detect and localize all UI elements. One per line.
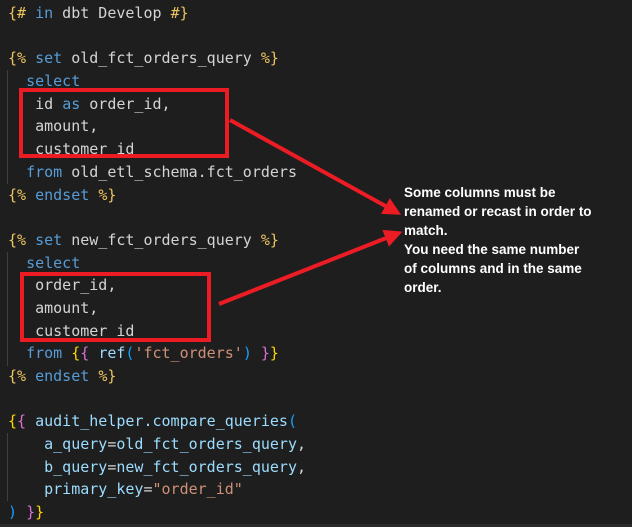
code-token [8,458,44,476]
code-token: , [297,458,306,476]
annotation-note-line2: You need the same number of columns and … [404,240,594,297]
code-token: select [26,254,80,272]
code-line: from {{ ref('fct_orders') }} [8,342,632,365]
code-token [26,4,35,22]
code-token [252,344,261,362]
code-token: primary_key [44,480,143,498]
editor-background: {# in dbt Develop #} {% set old_fct_order… [0,0,632,527]
code-token: set [35,231,62,249]
code-token: dbt Develop [53,4,170,22]
code-token: %} [261,231,279,249]
code-token [26,186,35,204]
code-token: audit_helper.compare_queries [35,412,288,430]
code-line: primary_key="order_id" [8,478,632,501]
code-line [8,388,632,411]
code-token [8,344,26,362]
code-line: a_query=old_fct_orders_query, [8,433,632,456]
code-token: } [26,503,35,521]
indent-guide [7,252,8,366]
code-line [8,25,632,48]
code-token [8,480,44,498]
code-token: {% [8,49,26,67]
code-token: endset [35,367,89,385]
code-token [89,367,98,385]
code-token [89,186,98,204]
code-token: { [8,412,17,430]
code-token: {% [8,186,26,204]
code-token [26,49,35,67]
code-token: ref [98,344,125,362]
code-token: new_fct_orders_query [116,458,297,476]
code-token: %} [98,186,116,204]
highlight-box-new-columns [20,272,211,342]
code-token: #} [171,4,189,22]
code-token: set [35,49,62,67]
code-token: {% [8,367,26,385]
code-token: old_fct_orders_query [62,49,261,67]
code-token: %} [261,49,279,67]
code-token [17,503,26,521]
code-token [26,231,35,249]
code-line: {% endset %} [8,365,632,388]
code-token [62,344,71,362]
code-token: {% [8,231,26,249]
annotation-note-line1: Some columns must be renamed or recast i… [404,183,594,240]
code-token: ( [288,412,297,430]
code-line: {# in dbt Develop #} [8,2,632,25]
code-token: } [35,503,44,521]
code-line: {% set old_fct_orders_query %} [8,47,632,70]
code-token [8,163,26,181]
code-line: b_query=new_fct_orders_query, [8,456,632,479]
code-token: from [26,344,62,362]
code-token: old_fct_orders_query [116,435,297,453]
code-token: } [270,344,279,362]
code-token [89,344,98,362]
code-token: from [26,163,62,181]
code-token: in [35,4,53,22]
code-token: ) [243,344,252,362]
code-token: %} [98,367,116,385]
highlight-box-old-columns [19,88,229,158]
code-token: b_query [44,458,107,476]
code-token [8,254,26,272]
annotation-note: Some columns must be renamed or recast i… [404,183,594,297]
code-token: new_fct_orders_query [62,231,261,249]
code-token: { [17,412,26,430]
code-token: { [80,344,89,362]
code-token: { [71,344,80,362]
code-token: {# [8,4,26,22]
code-line: from old_etl_schema.fct_orders [8,161,632,184]
indent-guide [7,70,8,184]
code-token: = [143,480,152,498]
code-token: , [297,435,306,453]
code-line: ) }} [8,501,632,524]
code-token [8,435,44,453]
indent-guide [7,433,8,501]
code-token: endset [35,186,89,204]
code-token: a_query [44,435,107,453]
code-token: ) [8,503,17,521]
code-token: } [261,344,270,362]
code-line: {{ audit_helper.compare_queries( [8,410,632,433]
code-token: 'fct_orders' [134,344,242,362]
code-token: old_etl_schema.fct_orders [62,163,297,181]
code-token: "order_id" [153,480,243,498]
code-token [26,367,35,385]
code-token [26,412,35,430]
